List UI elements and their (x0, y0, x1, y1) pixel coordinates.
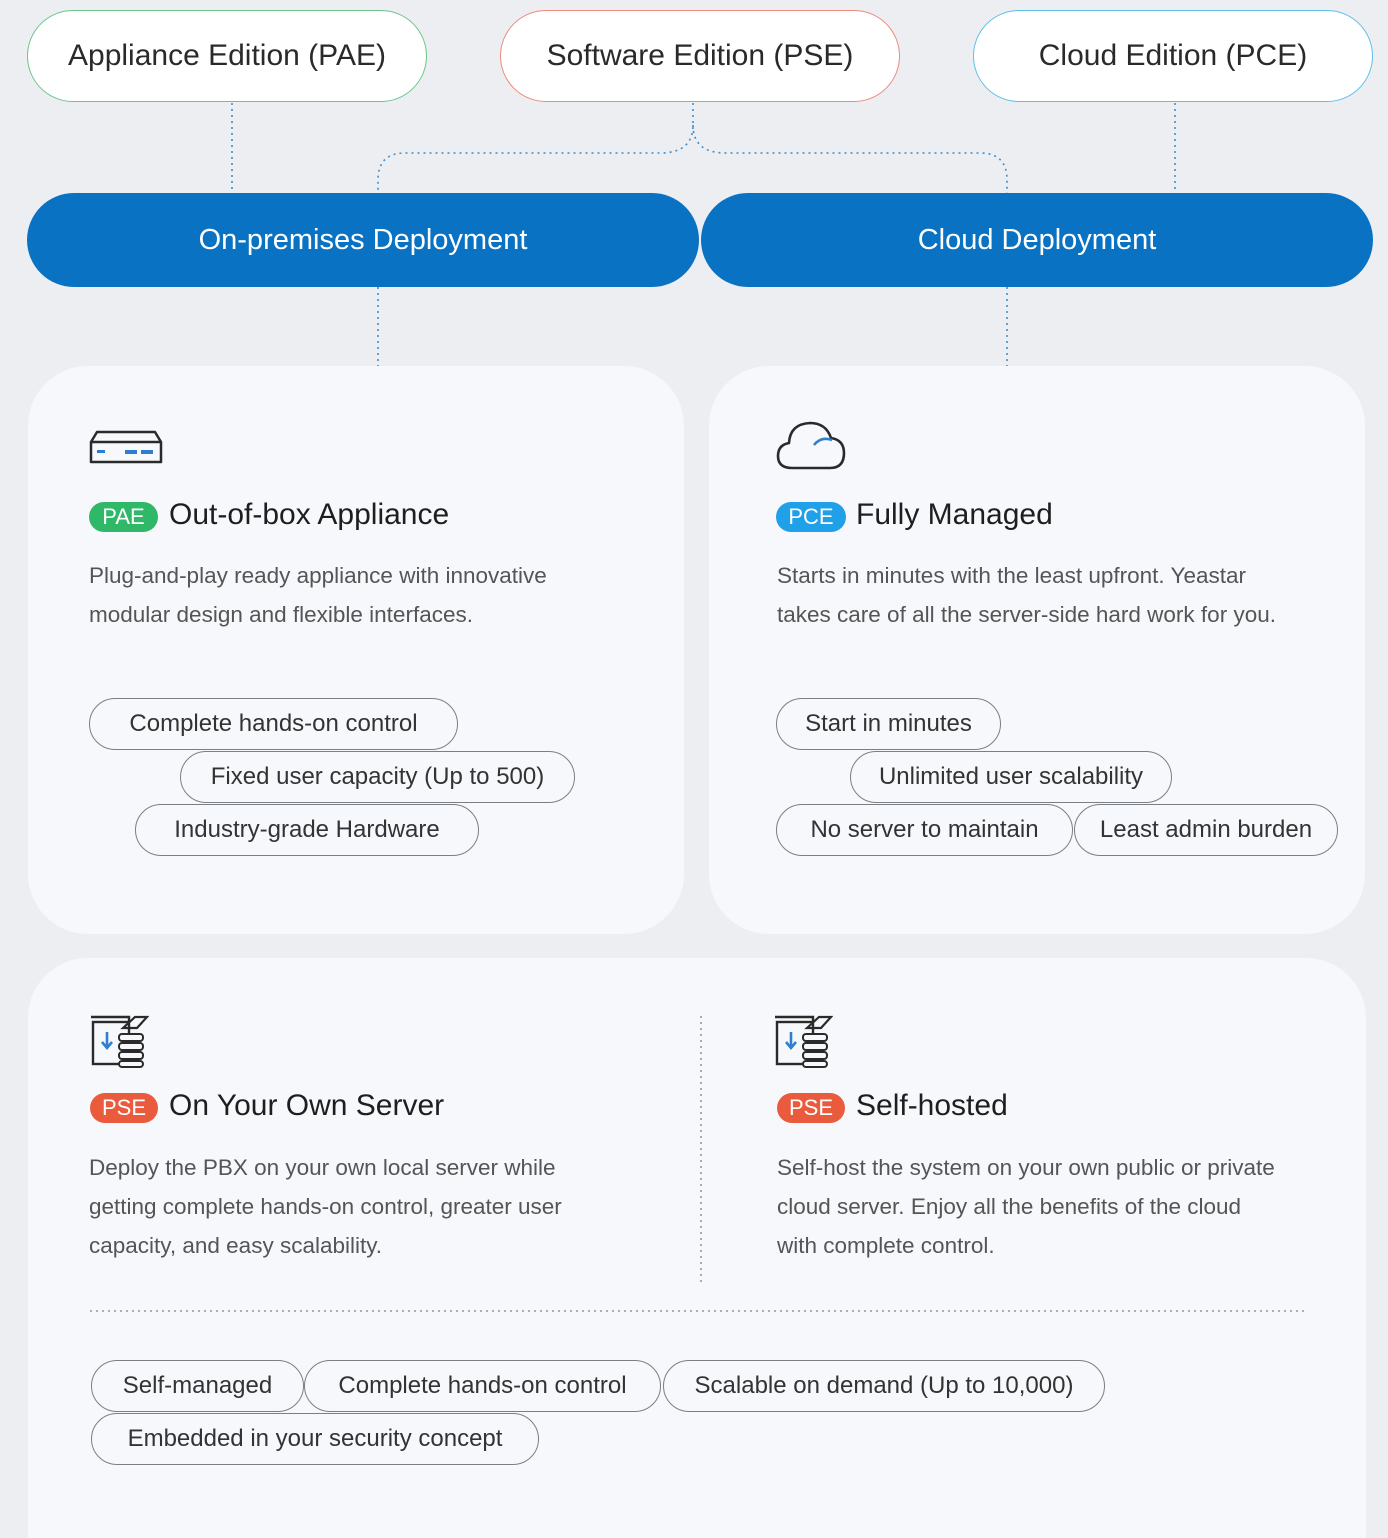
self-hosted-title: Self-hosted (856, 1089, 1008, 1122)
pse-badge-right: PSE (777, 1093, 845, 1123)
pse-badge-left: PSE (90, 1093, 158, 1123)
tag-scalable-demand: Scalable on demand (Up to 10,000) (663, 1360, 1105, 1412)
self-hosted-description: Self-host the system on your own public … (777, 1155, 1275, 1258)
server-icon (773, 1014, 833, 1068)
own-server-title: On Your Own Server (169, 1089, 445, 1122)
pse-dividers (90, 1016, 1306, 1312)
tag-complete-control-pse: Complete hands-on control (304, 1360, 661, 1412)
own-server-description: Deploy the PBX on your own local server … (89, 1155, 562, 1258)
server-icon (89, 1014, 149, 1068)
tag-self-managed: Self-managed (91, 1360, 304, 1412)
tag-security-concept: Embedded in your security concept (91, 1413, 539, 1465)
